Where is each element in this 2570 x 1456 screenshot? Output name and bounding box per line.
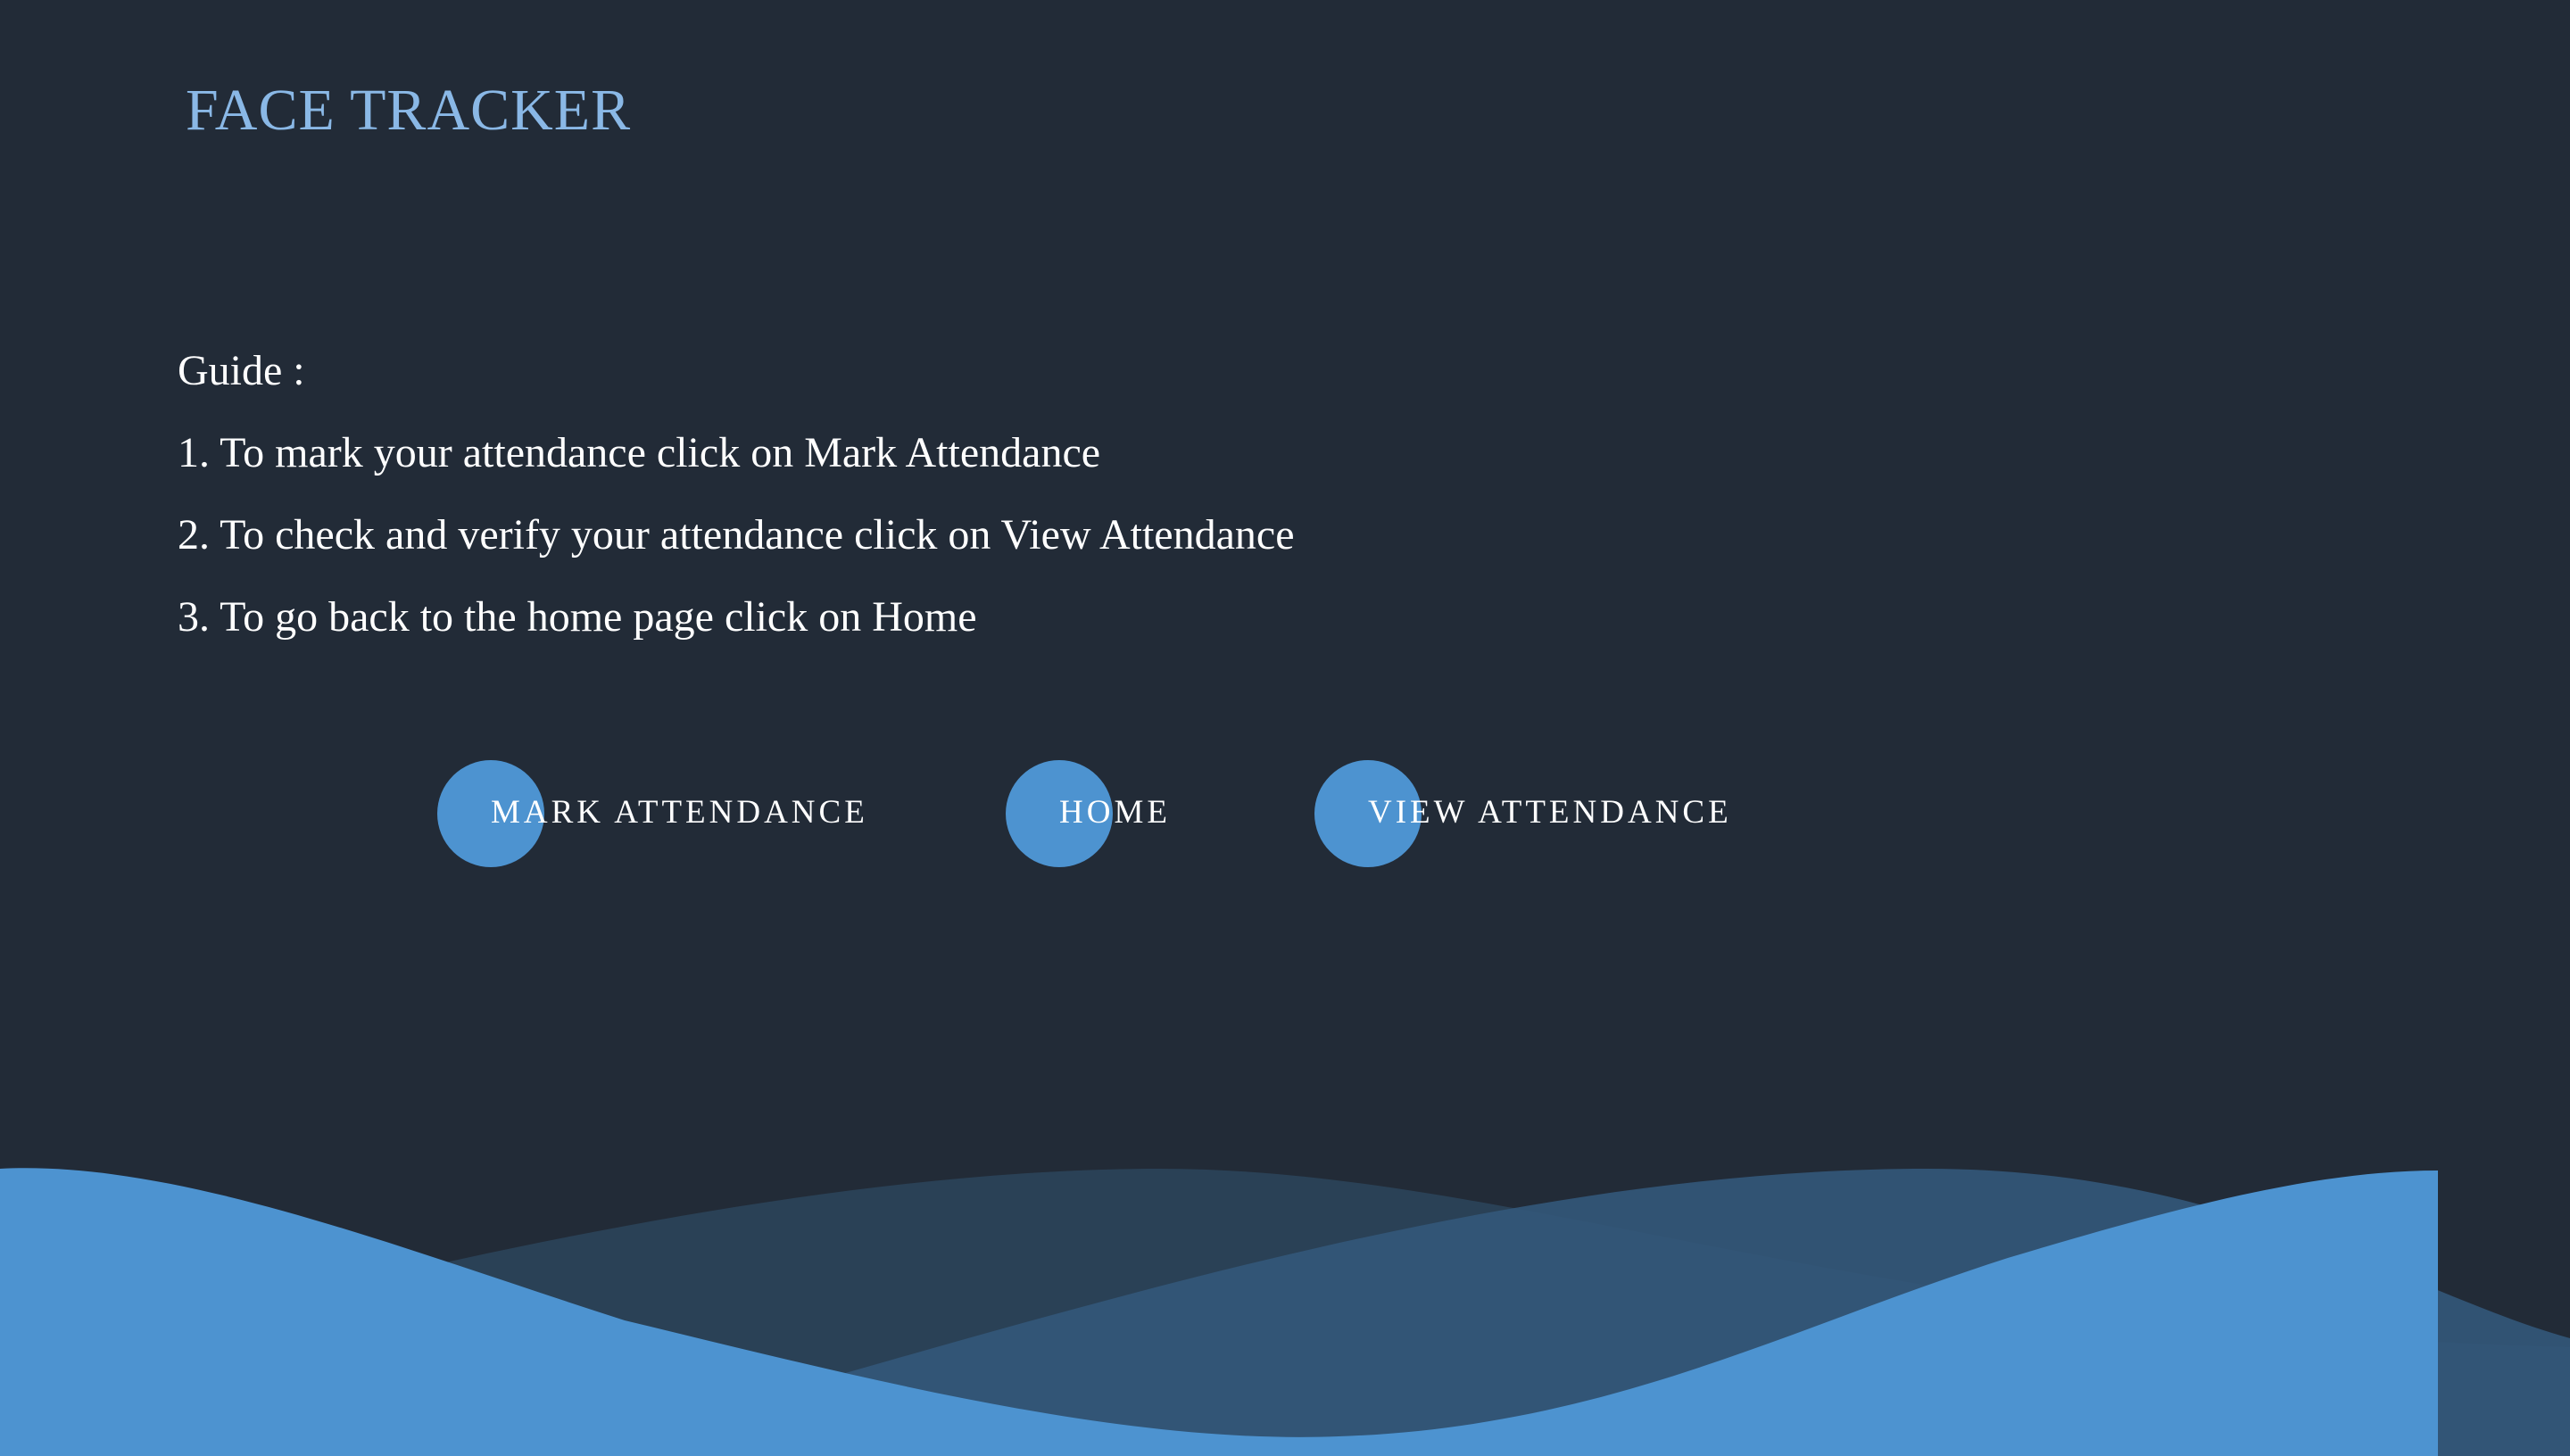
guide-step-3: 3. To go back to the home page click on …: [178, 593, 977, 641]
decorative-waves: [0, 1168, 2570, 1456]
mark-attendance-button[interactable]: MARK ATTENDANCE: [437, 760, 866, 867]
home-label: HOME: [1059, 794, 1171, 831]
home-button[interactable]: HOME: [1006, 760, 1184, 867]
guide-step-2: 2. To check and verify your attendance c…: [178, 511, 1295, 558]
view-attendance-button[interactable]: VIEW ATTENDANCE: [1314, 760, 1743, 867]
mark-attendance-label: MARK ATTENDANCE: [491, 794, 868, 831]
view-attendance-label: VIEW ATTENDANCE: [1368, 794, 1732, 831]
guide-heading: Guide :: [178, 347, 305, 394]
guide-step-1: 1. To mark your attendance click on Mark…: [178, 429, 1101, 476]
page: FACE TRACKER Guide : 1. To mark your att…: [0, 0, 2570, 1456]
guide-section: Guide : 1. To mark your attendance click…: [178, 330, 1295, 658]
brand-title: FACE TRACKER: [186, 78, 632, 143]
